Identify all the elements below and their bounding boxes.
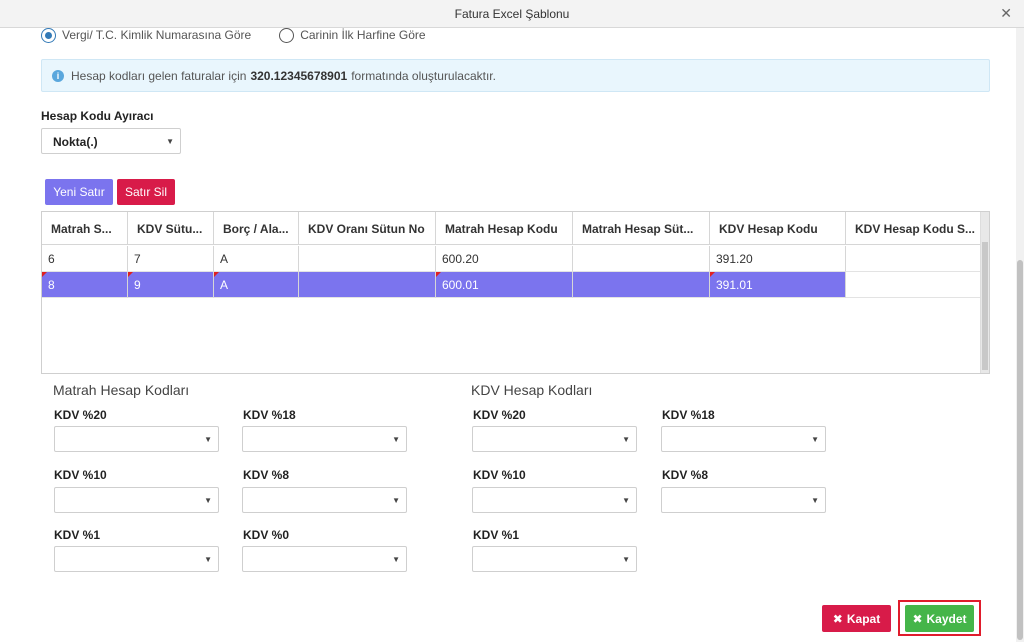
chevron-down-icon: ▼ [811, 435, 819, 444]
column-header[interactable]: Matrah S... [42, 212, 128, 245]
grid-cell[interactable]: A [214, 246, 299, 272]
grid-cell[interactable]: 600.20 [436, 246, 573, 272]
chevron-down-icon: ▼ [392, 555, 400, 564]
close-button-label: Kapat [846, 611, 881, 626]
separator-select-value: Nokta(.) [53, 135, 98, 149]
close-x-icon: ✖ [832, 611, 843, 626]
grid-header: Matrah S... KDV Sütu... Borç / Ala... KD… [42, 212, 982, 245]
chevron-down-icon: ▼ [622, 555, 630, 564]
grid-cell[interactable]: 6 [42, 246, 128, 272]
matrah-kdv0-select[interactable]: ▼ [242, 546, 407, 572]
matrah-kdv10-select[interactable]: ▼ [54, 487, 219, 513]
chevron-down-icon: ▼ [622, 496, 630, 505]
radio-first-letter-label: Carinin İlk Harfine Göre [300, 28, 426, 42]
accounts-grid: Matrah S... KDV Sütu... Borç / Ala... KD… [41, 211, 990, 374]
save-x-icon: ✖ [912, 611, 923, 626]
chevron-down-icon: ▼ [166, 137, 174, 146]
matrah-kdv8-select[interactable]: ▼ [242, 487, 407, 513]
matrah-kdv8-label: KDV %8 [243, 468, 290, 482]
grid-cell[interactable] [573, 272, 710, 298]
grid-cell[interactable] [846, 246, 982, 272]
radio-first-letter-indicator[interactable] [279, 27, 295, 43]
grid-cell[interactable] [846, 272, 982, 298]
column-header[interactable]: KDV Hesap Kodu [710, 212, 846, 245]
kdv-kdv8-select[interactable]: ▼ [661, 487, 826, 513]
matrah-kdv10-label: KDV %10 [54, 468, 107, 482]
column-header[interactable]: KDV Sütu... [128, 212, 214, 245]
column-header[interactable]: Borç / Ala... [214, 212, 299, 245]
save-button[interactable]: ✖ Kaydet [905, 605, 974, 632]
window-titlebar: Fatura Excel Şablonu ✕ [0, 0, 1024, 28]
matrah-kdv1-label: KDV %1 [54, 528, 101, 542]
radio-first-letter[interactable]: Carinin İlk Harfine Göre [279, 27, 426, 43]
matrah-kdv18-label: KDV %18 [243, 408, 296, 422]
close-icon[interactable]: ✕ [1000, 5, 1012, 22]
page-scrollbar[interactable] [1016, 28, 1024, 642]
matrah-kdv20-label: KDV %20 [54, 408, 107, 422]
kdv-kdv8-label: KDV %8 [662, 468, 709, 482]
matrah-section-title: Matrah Hesap Kodları [53, 382, 190, 398]
radio-tax-id-indicator[interactable] [41, 27, 56, 43]
close-button[interactable]: ✖ Kapat [822, 605, 891, 632]
grid-cell[interactable]: 391.01 [710, 272, 846, 298]
column-header[interactable]: Matrah Hesap Süt... [573, 212, 710, 245]
separator-select[interactable]: Nokta(.) ▼ [41, 128, 181, 154]
grid-cell[interactable] [573, 246, 710, 272]
kdv-kdv1-select[interactable]: ▼ [472, 546, 637, 572]
info-code-example: 320.12345678901 [250, 68, 348, 83]
info-text-after: formatında oluşturulacaktır. [351, 68, 496, 83]
kdv-kdv10-label: KDV %10 [473, 468, 526, 482]
chevron-down-icon: ▼ [392, 435, 400, 444]
grid-cell[interactable]: A [214, 272, 299, 298]
grid-cell[interactable]: 600.01 [436, 272, 573, 298]
grid-scrollbar-thumb[interactable] [982, 242, 988, 370]
info-icon: i [52, 69, 64, 82]
chevron-down-icon: ▼ [811, 496, 819, 505]
kdv-kdv18-select[interactable]: ▼ [661, 426, 826, 452]
grid-cell[interactable] [299, 246, 436, 272]
info-text-before: Hesap kodları gelen faturalar için [71, 68, 247, 83]
grid-cell[interactable]: 391.20 [710, 246, 846, 272]
info-alert: i Hesap kodları gelen faturalar için 320… [41, 59, 990, 92]
matrah-kdv20-select[interactable]: ▼ [54, 426, 219, 452]
separator-label: Hesap Kodu Ayıracı [41, 109, 154, 123]
kdv-kdv20-select[interactable]: ▼ [472, 426, 637, 452]
column-header[interactable]: KDV Hesap Kodu S... [846, 212, 982, 245]
kdv-kdv18-label: KDV %18 [662, 408, 715, 422]
column-header[interactable]: Matrah Hesap Kodu [436, 212, 573, 245]
table-row[interactable]: 6 7 A 600.20 391.20 [42, 246, 982, 272]
chevron-down-icon: ▼ [622, 435, 630, 444]
page-scrollbar-thumb[interactable] [1017, 260, 1023, 640]
account-mode-radio-group: Vergi/ T.C. Kimlik Numarasına Göre Carin… [41, 26, 454, 44]
radio-tax-id-label: Vergi/ T.C. Kimlik Numarasına Göre [62, 28, 252, 42]
table-row-selected[interactable]: 8 9 A 600.01 391.01 [42, 272, 982, 298]
radio-tax-id[interactable]: Vergi/ T.C. Kimlik Numarasına Göre [41, 27, 252, 43]
matrah-kdv1-select[interactable]: ▼ [54, 546, 219, 572]
window-title: Fatura Excel Şablonu [454, 7, 570, 21]
kdv-kdv10-select[interactable]: ▼ [472, 487, 637, 513]
delete-row-button[interactable]: Satır Sil [117, 179, 175, 205]
kdv-section-title: KDV Hesap Kodları [471, 382, 593, 398]
grid-cell[interactable] [299, 272, 436, 298]
kdv-kdv20-label: KDV %20 [473, 408, 526, 422]
grid-cell[interactable]: 9 [128, 272, 214, 298]
kdv-kdv1-label: KDV %1 [473, 528, 520, 542]
matrah-kdv18-select[interactable]: ▼ [242, 426, 407, 452]
chevron-down-icon: ▼ [204, 555, 212, 564]
chevron-down-icon: ▼ [204, 496, 212, 505]
matrah-kdv0-label: KDV %0 [243, 528, 290, 542]
grid-cell[interactable]: 7 [128, 246, 214, 272]
new-row-button[interactable]: Yeni Satır [45, 179, 113, 205]
chevron-down-icon: ▼ [204, 435, 212, 444]
save-button-label: Kaydet [926, 611, 967, 626]
chevron-down-icon: ▼ [392, 496, 400, 505]
grid-cell[interactable]: 8 [42, 272, 128, 298]
grid-scrollbar[interactable] [980, 212, 989, 373]
column-header[interactable]: KDV Oranı Sütun No [299, 212, 436, 245]
